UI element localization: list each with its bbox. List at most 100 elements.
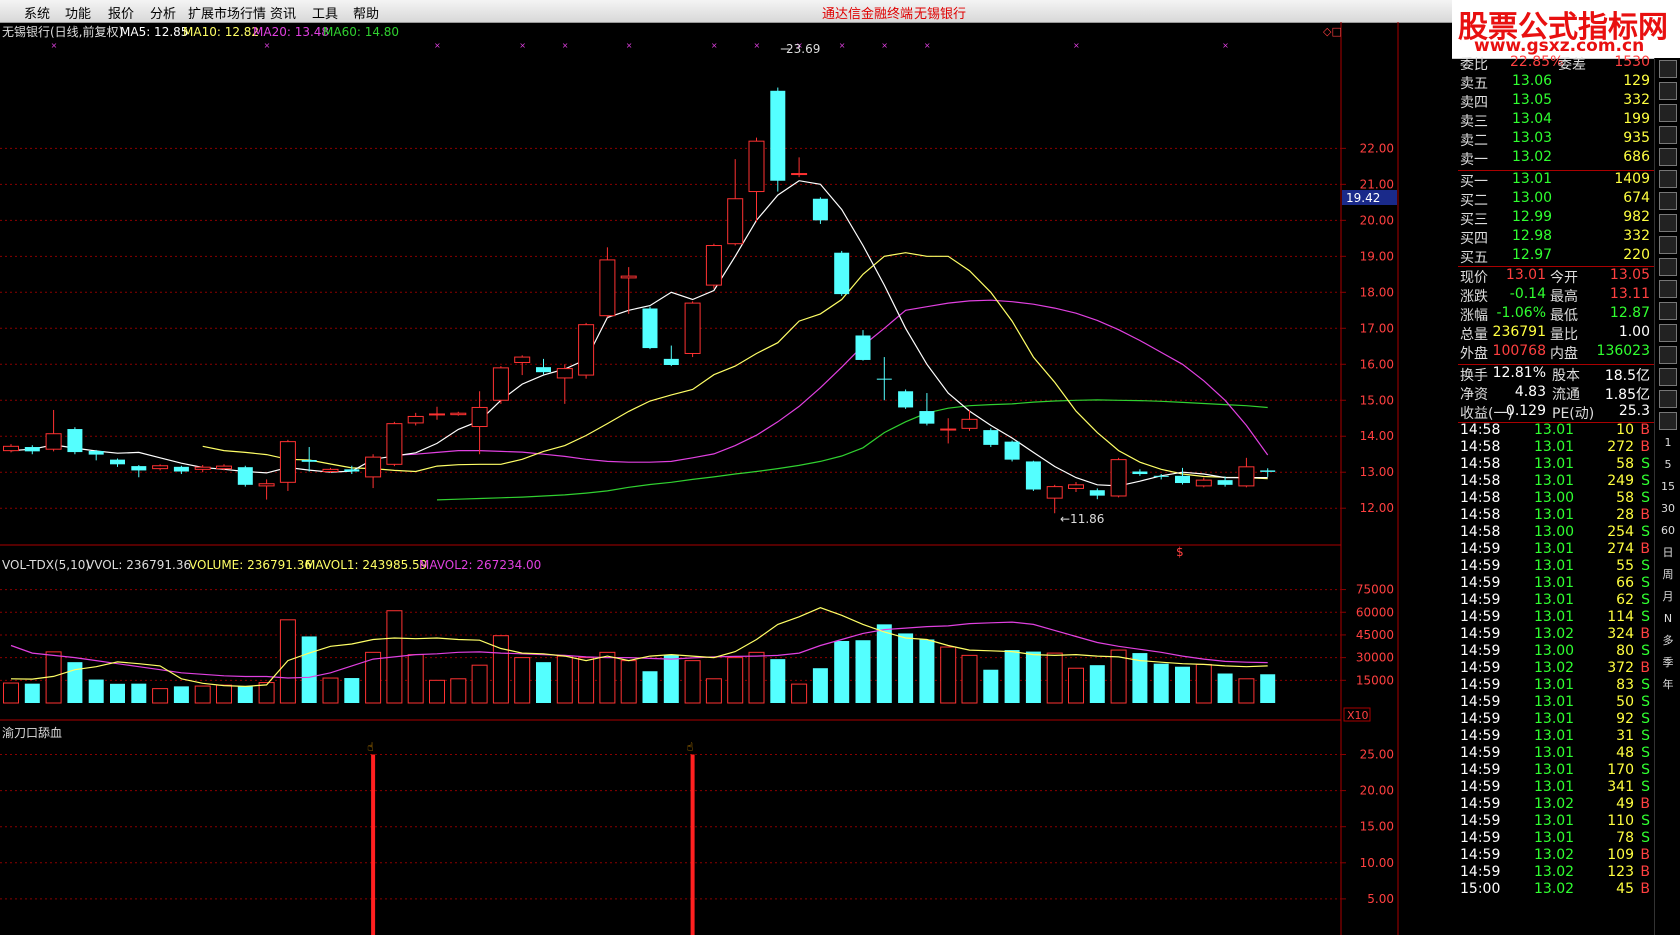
- stat-row[interactable]: 涨幅 -1.06% 最低 12.87: [1458, 305, 1654, 324]
- event-marker: ×: [519, 41, 526, 50]
- volume-bar: [876, 624, 892, 703]
- f5-icon[interactable]: [1659, 390, 1677, 408]
- stat-row[interactable]: 现价 13.01 今开 13.05: [1458, 267, 1654, 286]
- stat-row[interactable]: 总量 236791 量比 1.00: [1458, 324, 1654, 343]
- period-button[interactable]: 1: [1658, 434, 1678, 452]
- f6-icon[interactable]: [1659, 412, 1677, 430]
- tick-row[interactable]: 15:00 13.02 45 B: [1458, 881, 1654, 900]
- fin-row[interactable]: 净资 4.83 流通 1.85亿: [1458, 384, 1654, 403]
- stat-row[interactable]: 外盘 100768 内盘 136023: [1458, 343, 1654, 362]
- stat-value: 13.05: [1609, 267, 1650, 283]
- menu-function[interactable]: 功能: [65, 3, 91, 22]
- wave-icon[interactable]: [1659, 302, 1677, 320]
- period-button[interactable]: 日: [1658, 544, 1678, 562]
- period-button[interactable]: 60: [1658, 522, 1678, 540]
- volume-bar: [1089, 665, 1105, 703]
- f2-icon[interactable]: [1659, 258, 1677, 276]
- candle: [45, 409, 62, 704]
- volume-bar: [663, 654, 679, 703]
- candle-body: [3, 445, 19, 452]
- ask-row[interactable]: 卖一 13.02 686: [1458, 149, 1654, 168]
- menu-extended-market[interactable]: 扩展市场行情: [188, 3, 266, 22]
- period-button[interactable]: 周: [1658, 566, 1678, 584]
- list-icon[interactable]: [1659, 148, 1677, 166]
- candle-body: [961, 418, 978, 429]
- volume-bar: [705, 678, 722, 704]
- menu-system[interactable]: 系统: [24, 3, 50, 22]
- window-icon[interactable]: [1659, 236, 1677, 254]
- bid-label: 买三: [1460, 212, 1488, 228]
- period-button[interactable]: 15: [1658, 478, 1678, 496]
- period-button[interactable]: 年: [1658, 676, 1678, 694]
- candle: [1004, 440, 1020, 703]
- bid-row[interactable]: 买二 13.00 674: [1458, 190, 1654, 209]
- window-controls-icon[interactable]: ◇□: [1323, 25, 1342, 38]
- volume-bar: [898, 633, 914, 703]
- price-tick-label: 13.00: [1360, 465, 1394, 479]
- bid-row[interactable]: 买一 13.01 1409: [1458, 171, 1654, 190]
- tick-time: 14:59: [1460, 660, 1501, 676]
- bar-chart-icon[interactable]: [1659, 104, 1677, 122]
- move-icon[interactable]: [1659, 346, 1677, 364]
- zoom-icon[interactable]: [1659, 60, 1677, 78]
- dollar-icon[interactable]: [1659, 214, 1677, 232]
- tick-time: 14:59: [1460, 813, 1501, 829]
- candle-body: [684, 302, 701, 354]
- arrow-down-icon[interactable]: [1659, 82, 1677, 100]
- fin-value: 18.5亿: [1604, 368, 1650, 384]
- period-button[interactable]: 30: [1658, 500, 1678, 518]
- menu-news[interactable]: 资讯: [270, 3, 296, 22]
- candle-body: [1089, 490, 1105, 496]
- pen-icon[interactable]: [1659, 368, 1677, 386]
- candle: [620, 267, 637, 704]
- period-button[interactable]: 季: [1658, 654, 1678, 672]
- stat-value: 12.87: [1609, 305, 1650, 321]
- candle-body: [1004, 441, 1020, 460]
- period-button[interactable]: N: [1658, 610, 1678, 628]
- order-ratio-row[interactable]: 委比 22.85% 委差 1530: [1458, 54, 1654, 73]
- stat-row[interactable]: 涨跌 -0.14 最高 13.11: [1458, 286, 1654, 305]
- menu-tools[interactable]: 工具: [312, 3, 338, 22]
- ask-row[interactable]: 卖五 13.06 129: [1458, 73, 1654, 92]
- rsi-icon[interactable]: [1659, 324, 1677, 342]
- candle: [110, 458, 125, 703]
- tick-volume: 78: [1616, 830, 1634, 846]
- circle-icon[interactable]: [1659, 280, 1677, 298]
- ask-row[interactable]: 卖三 13.04 199: [1458, 111, 1654, 130]
- tick-time: 14:59: [1460, 575, 1501, 591]
- ask-price: 13.06: [1512, 73, 1553, 89]
- menu-help[interactable]: 帮助: [353, 3, 379, 22]
- candle-icon[interactable]: [1659, 170, 1677, 188]
- candle-body: [1132, 471, 1148, 475]
- mavol2-label: MAVOL2: 267234.00: [419, 558, 541, 572]
- volume-bar: [748, 651, 765, 704]
- volume-bar: [770, 659, 786, 703]
- candle-body: [45, 433, 62, 450]
- grid-icon[interactable]: [1659, 126, 1677, 144]
- bid-row[interactable]: 买三 12.99 982: [1458, 209, 1654, 228]
- bid-row[interactable]: 买四 12.98 332: [1458, 228, 1654, 247]
- stat-label: 涨幅: [1460, 308, 1488, 324]
- tick-price: 13.01: [1534, 779, 1575, 795]
- bid-row[interactable]: 买五 12.97 220: [1458, 247, 1654, 266]
- menu-analysis[interactable]: 分析: [150, 3, 176, 22]
- period-button[interactable]: 5: [1658, 456, 1678, 474]
- candle-body: [450, 412, 467, 416]
- menu-quote[interactable]: 报价: [108, 3, 134, 22]
- period-button[interactable]: 多: [1658, 632, 1678, 650]
- kline-chart[interactable]: 无锡银行(日线,前复权) MA5: 12.85 MA10: 12.82 MA20…: [0, 22, 1400, 935]
- ask-row[interactable]: 卖四 13.05 332: [1458, 92, 1654, 111]
- fin-row[interactable]: 换手 12.81% 股本 18.5亿: [1458, 365, 1654, 384]
- volume-bar: [1195, 663, 1212, 704]
- period-button[interactable]: 月: [1658, 588, 1678, 606]
- bid-label: 买五: [1460, 250, 1488, 266]
- signal-hand-icon: ☝: [367, 740, 374, 753]
- tick-price: 13.01: [1534, 439, 1575, 455]
- high-price-label: 23.69: [786, 42, 820, 56]
- f10-icon[interactable]: [1659, 192, 1677, 210]
- low-price-label: ←11.86: [1060, 512, 1104, 526]
- ask-row[interactable]: 卖二 13.03 935: [1458, 130, 1654, 149]
- ask-label: 卖三: [1460, 114, 1488, 130]
- tick-price: 13.01: [1534, 575, 1575, 591]
- fin-row[interactable]: 收益(一) 0.129 PE(动) 25.3: [1458, 403, 1654, 422]
